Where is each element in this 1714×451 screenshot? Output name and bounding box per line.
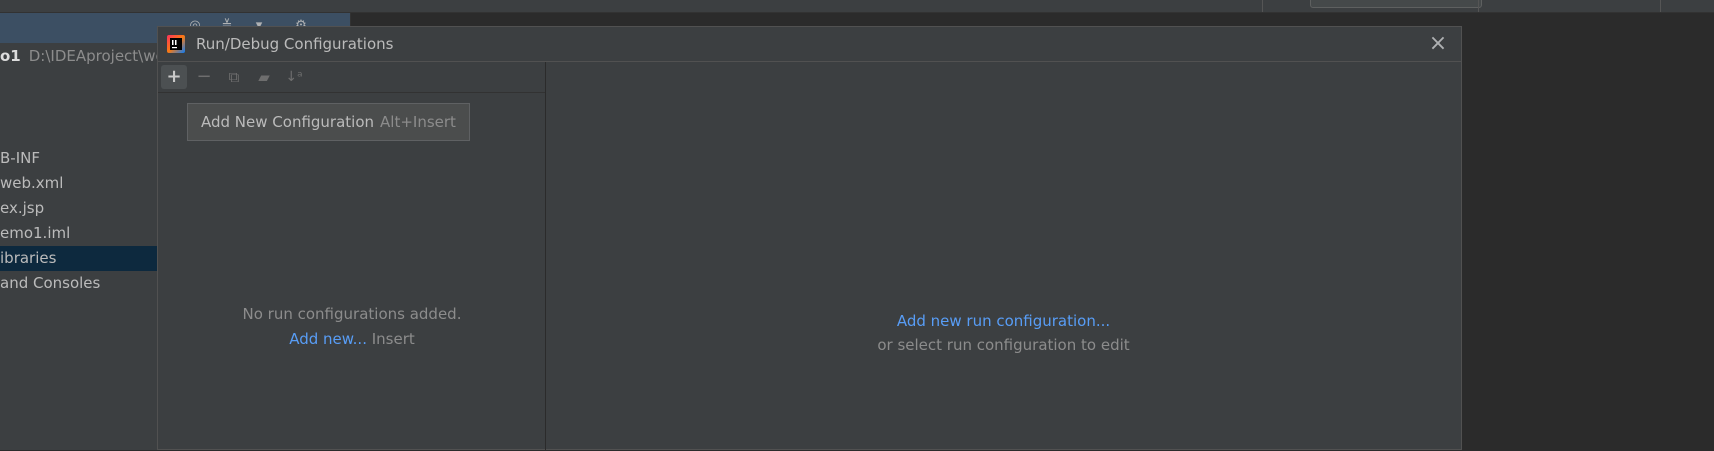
project-name: o1	[0, 47, 21, 65]
add-new-shortcut: Insert	[371, 330, 415, 348]
tree-item-label: ibraries	[0, 249, 57, 267]
tree-item-label: web.xml	[0, 174, 64, 192]
run-debug-configurations-dialog: Run/Debug Configurations × + − ⧉ ▰ ↓ᵃ Ad…	[157, 26, 1462, 451]
dialog-title: Run/Debug Configurations	[196, 35, 394, 53]
editor-area	[1462, 13, 1714, 450]
project-path: D:\IDEAproject\we	[28, 47, 165, 65]
sort-alpha-icon[interactable]: ↓ᵃ	[281, 65, 307, 89]
copy-icon[interactable]: ⧉	[221, 65, 247, 89]
configurations-list-pane: + − ⧉ ▰ ↓ᵃ Add New Configuration Alt+Inse…	[158, 62, 546, 451]
tree-item-label: and Consoles	[0, 274, 101, 292]
plus-icon[interactable]: +	[161, 65, 187, 89]
tree-item-label: emo1.iml	[0, 224, 71, 242]
new-folder-icon[interactable]: ▰	[251, 65, 277, 89]
tooltip-label: Add New Configuration	[201, 113, 375, 131]
ide-top-toolbar	[0, 0, 1714, 13]
select-configuration-hint: or select run configuration to edit	[877, 336, 1130, 354]
tree-item-label: B-INF	[0, 149, 40, 167]
close-icon[interactable]: ×	[1427, 33, 1449, 55]
configurations-toolbar: + − ⧉ ▰ ↓ᵃ	[158, 62, 545, 93]
add-configuration-tooltip: Add New Configuration Alt+Insert	[187, 103, 470, 141]
intellij-logo-icon	[167, 35, 185, 53]
add-new-run-configuration-link[interactable]: Add new run configuration...	[897, 312, 1110, 330]
tree-item-label: ex.jsp	[0, 199, 45, 217]
toolbar-separator	[1262, 0, 1263, 12]
toolbar-separator	[1660, 0, 1661, 12]
toolbar-separator	[1478, 0, 1479, 12]
add-new-link[interactable]: Add new...	[289, 330, 367, 348]
add-new-row: Add new... Insert	[158, 330, 546, 348]
add-run-configuration-row: Add new run configuration...	[546, 312, 1461, 330]
search-field[interactable]	[1310, 0, 1482, 8]
tooltip-shortcut: Alt+Insert	[380, 113, 456, 131]
no-configurations-message: No run configurations added.	[242, 305, 462, 323]
dialog-titlebar[interactable]: Run/Debug Configurations ×	[158, 27, 1461, 62]
configuration-editor-pane: Add new run configuration... or select r…	[546, 62, 1461, 451]
minus-icon[interactable]: −	[191, 65, 217, 89]
project-root-header[interactable]: o1 D:\IDEAproject\we	[0, 47, 165, 69]
